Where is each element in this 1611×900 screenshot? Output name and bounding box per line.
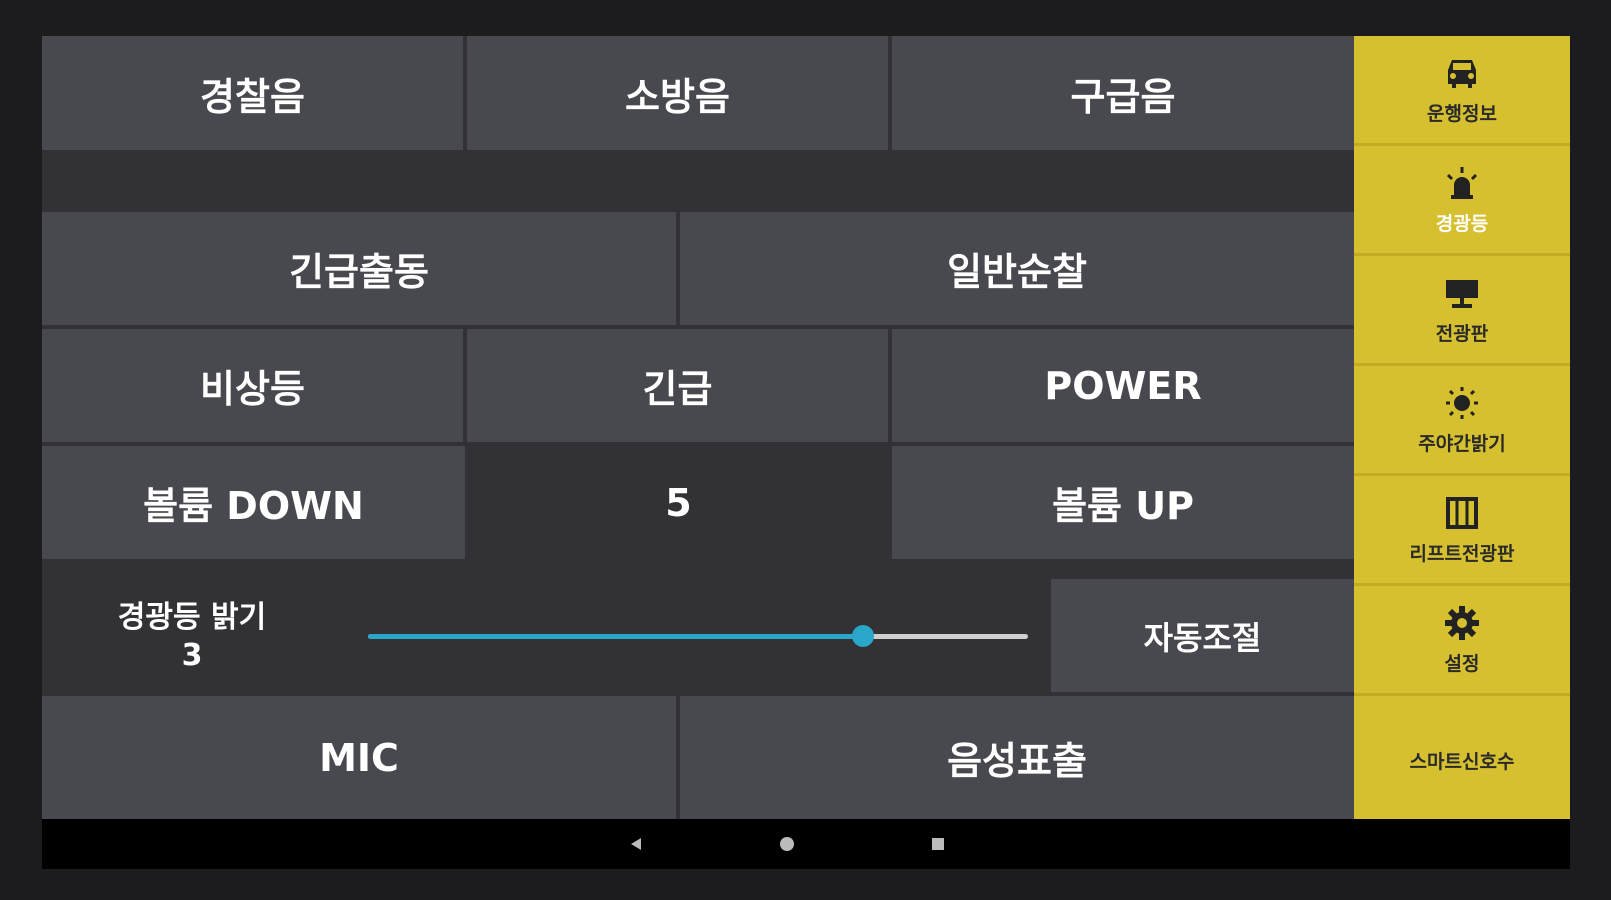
sidebar-item-smart-signal[interactable]: 스마트신호수 <box>1354 696 1570 819</box>
sidebar-item-label: 설정 <box>1444 653 1480 675</box>
sidebar-item-label: 리프트전광판 <box>1409 543 1515 565</box>
brightness-title: 경광등 밝기 <box>117 600 267 635</box>
sidebar-item-label: 전광판 <box>1435 323 1489 345</box>
police-siren-button[interactable]: 경찰음 <box>42 36 463 150</box>
ambulance-siren-button[interactable]: 구급음 <box>892 36 1354 150</box>
sidebar: 운행정보 경광등 전광판 주야간밝기 리프트전광판 설정 스마트신호수 <box>1354 36 1570 819</box>
sidebar-item-label: 스마트신호수 <box>1409 751 1515 773</box>
sidebar-item-label: 경광등 <box>1435 213 1489 235</box>
brightness-value: 3 <box>181 638 203 673</box>
sidebar-item-siren[interactable]: 경광등 <box>1354 146 1570 256</box>
brightness-icon <box>1442 383 1482 423</box>
voice-display-button[interactable]: 음성표출 <box>680 696 1354 819</box>
app-screen: 경찰음 소방음 구급음 긴급출동 일반순찰 비상등 긴급 POWER 볼륨 DO… <box>42 36 1570 869</box>
fire-siren-button[interactable]: 소방음 <box>467 36 888 150</box>
display-board-icon <box>1442 273 1482 313</box>
brightness-slider-thumb[interactable] <box>852 625 874 647</box>
volume-down-button[interactable]: 볼륨 DOWN <box>42 446 465 559</box>
back-icon[interactable] <box>624 832 648 856</box>
car-icon <box>1442 53 1482 93</box>
emergency-button[interactable]: 긴급 <box>467 329 888 442</box>
power-button[interactable]: POWER <box>892 329 1354 442</box>
sidebar-item-day-night-brightness[interactable]: 주야간밝기 <box>1354 366 1570 476</box>
normal-patrol-button[interactable]: 일반순찰 <box>680 212 1354 325</box>
sidebar-item-label: 운행정보 <box>1427 103 1497 125</box>
sidebar-item-display-board[interactable]: 전광판 <box>1354 256 1570 366</box>
brightness-slider[interactable] <box>368 625 1028 647</box>
sidebar-item-lift-board[interactable]: 리프트전광판 <box>1354 476 1570 586</box>
brightness-panel: 경광등 밝기 3 <box>42 579 1047 696</box>
home-icon[interactable] <box>775 832 799 856</box>
siren-icon <box>1442 163 1482 203</box>
volume-up-button[interactable]: 볼륨 UP <box>892 446 1354 559</box>
navigation-bar <box>42 819 1570 869</box>
auto-adjust-button[interactable]: 자동조절 <box>1051 579 1354 692</box>
emergency-dispatch-button[interactable]: 긴급출동 <box>42 212 676 325</box>
sidebar-item-settings[interactable]: 설정 <box>1354 586 1570 696</box>
gear-icon <box>1442 603 1482 643</box>
recents-icon[interactable] <box>926 832 950 856</box>
mic-button[interactable]: MIC <box>42 696 676 819</box>
sidebar-item-label: 주야간밝기 <box>1418 433 1506 455</box>
control-panel: 경찰음 소방음 구급음 긴급출동 일반순찰 비상등 긴급 POWER 볼륨 DO… <box>42 36 1354 819</box>
sidebar-item-drive-info[interactable]: 운행정보 <box>1354 36 1570 146</box>
volume-value: 5 <box>465 446 892 559</box>
hazard-light-button[interactable]: 비상등 <box>42 329 463 442</box>
brightness-label: 경광등 밝기 3 <box>102 599 282 675</box>
brightness-slider-fill <box>368 634 863 639</box>
lift-board-icon <box>1442 493 1482 533</box>
